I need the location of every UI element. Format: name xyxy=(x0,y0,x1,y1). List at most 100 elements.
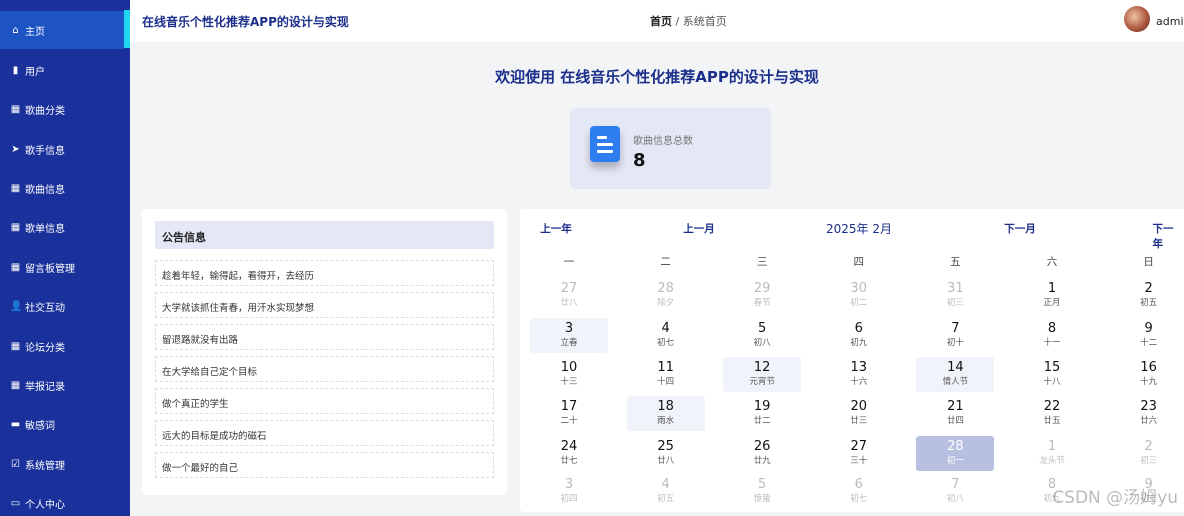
calendar-day[interactable]: 27 廿八 xyxy=(530,278,608,313)
calendar-day[interactable]: 4 初五 xyxy=(627,474,705,509)
calendar-day[interactable]: 16 十九 xyxy=(1110,357,1184,392)
calendar-day[interactable]: 22 廿五 xyxy=(1013,396,1091,431)
day-number: 10 xyxy=(560,360,578,375)
day-number: 9 xyxy=(1144,321,1153,336)
notice-item[interactable]: 远大的目标是成功的磁石 xyxy=(155,420,494,446)
next-month-button[interactable]: 下一月 xyxy=(1004,221,1036,236)
lunar-date: 初七 xyxy=(657,338,675,348)
notice-panel: 公告信息 趁着年轻，输得起，看得开，去经历 大学就该抓住青春，用汗水实现梦想 留退路… xyxy=(142,209,507,495)
day-number: 1 xyxy=(1047,439,1057,454)
lunar-date: 初五 xyxy=(657,494,675,504)
notice-item[interactable]: 在大学给自己定个目标 xyxy=(155,356,494,382)
sidebar-item-3[interactable]: ➤ 歌手信息 xyxy=(0,130,124,168)
lunar-date: 十二 xyxy=(1140,338,1158,348)
calendar-day[interactable]: 2 初三 xyxy=(1110,436,1184,471)
welcome-title: 欢迎使用 在线音乐个性化推荐APP的设计与实现 xyxy=(495,68,819,86)
calendar-day[interactable]: 29 春节 xyxy=(723,278,801,313)
notice-item[interactable]: 留退路就没有出路 xyxy=(155,324,494,350)
breadcrumb-current: 系统首页 xyxy=(682,15,727,28)
calendar-day[interactable]: 11 十四 xyxy=(627,357,705,392)
calendar-day[interactable]: 27 三十 xyxy=(820,436,898,471)
sidebar-item-8[interactable]: ▦ 论坛分类 xyxy=(0,327,124,365)
calendar-day[interactable]: 1 正月 xyxy=(1013,278,1091,313)
calendar-day[interactable]: 31 初三 xyxy=(916,278,994,313)
calendar-day[interactable]: 23 廿六 xyxy=(1110,396,1184,431)
lunar-date: 十三 xyxy=(560,377,578,387)
home-icon: ⌂ xyxy=(12,24,19,36)
lunar-date: 春节 xyxy=(753,298,771,308)
calendar-day[interactable]: 1 龙头节 xyxy=(1013,436,1091,471)
weekday-header: 五 xyxy=(950,256,961,268)
calendar-day[interactable]: 10 十三 xyxy=(530,357,608,392)
calendar-day[interactable]: 15 十八 xyxy=(1013,357,1091,392)
day-number: 6 xyxy=(854,321,863,336)
calendar-day[interactable]: 24 廿七 xyxy=(530,436,608,471)
calendar-day[interactable]: 5 惊蛰 xyxy=(723,474,801,509)
sidebar-item-2[interactable]: ▦ 歌曲分类 xyxy=(0,90,124,128)
username[interactable]: admin xyxy=(1156,15,1184,28)
calendar-day[interactable]: 3 初四 xyxy=(530,474,608,509)
lunar-date: 初二 xyxy=(850,298,868,308)
lunar-date: 廿八 xyxy=(657,456,675,466)
sidebar-item-6[interactable]: ▦ 留言板管理 xyxy=(0,248,124,286)
sidebar-item-1[interactable]: ▮ 用户 xyxy=(0,51,124,89)
calendar-day[interactable]: 18 雨水 xyxy=(626,396,705,431)
day-number: 30 xyxy=(850,281,868,296)
ticket-icon: ▬ xyxy=(10,418,21,430)
sidebar-item-9[interactable]: ▦ 举报记录 xyxy=(0,366,124,404)
calendar-day[interactable]: 25 廿八 xyxy=(627,436,705,471)
day-number: 6 xyxy=(854,477,863,492)
calendar-day[interactable]: 17 二十 xyxy=(530,396,608,431)
calendar-day[interactable]: 9 十二 xyxy=(1110,318,1184,353)
sidebar-item-0[interactable]: ⌂ 主页 xyxy=(0,11,124,49)
lunar-date: 廿三 xyxy=(850,416,868,426)
calendar-day[interactable]: 7 初八 xyxy=(916,474,994,509)
calendar-day[interactable]: 3 立春 xyxy=(530,318,608,353)
notice-item[interactable]: 做个真正的学生 xyxy=(155,388,494,414)
lunar-date: 龙头节 xyxy=(1039,456,1065,466)
calendar-day[interactable]: 6 初九 xyxy=(820,318,898,353)
calendar-day[interactable]: 7 初十 xyxy=(916,318,994,353)
calendar-day[interactable]: 4 初七 xyxy=(627,318,705,353)
calendar-day[interactable]: 6 初七 xyxy=(820,474,898,509)
notice-item[interactable]: 做一个最好的自己 xyxy=(155,452,494,478)
calendar-day[interactable]: 28 初一 xyxy=(916,436,995,471)
notice-item[interactable]: 大学就该抓住青春，用汗水实现梦想 xyxy=(155,292,494,318)
prev-month-button[interactable]: 上一月 xyxy=(683,221,715,236)
lunar-date: 雨水 xyxy=(657,416,675,426)
notice-item[interactable]: 趁着年轻，输得起，看得开，去经历 xyxy=(155,260,494,286)
sidebar-item-label: 系统管理 xyxy=(25,460,65,472)
prev-year-button[interactable]: 上一年 xyxy=(540,221,572,236)
day-number: 4 xyxy=(661,477,670,492)
sidebar-item-label: 敏感词 xyxy=(25,420,55,432)
calendar-day[interactable]: 13 十六 xyxy=(820,357,898,392)
calendar-day[interactable]: 12 元宵节 xyxy=(723,357,802,392)
day-number: 31 xyxy=(947,281,964,296)
calendar-day[interactable]: 20 廿三 xyxy=(820,396,898,431)
sidebar-item-label: 主页 xyxy=(25,26,45,38)
calendar-day[interactable]: 14 情人节 xyxy=(916,357,995,392)
sidebar-item-4[interactable]: ▦ 歌曲信息 xyxy=(0,169,124,207)
calendar-day[interactable]: 19 廿二 xyxy=(723,396,801,431)
avatar[interactable] xyxy=(1124,6,1150,32)
calendar-day[interactable]: 21 廿四 xyxy=(916,396,994,431)
calendar-day[interactable]: 30 初二 xyxy=(820,278,898,313)
calendar-day[interactable]: 28 除夕 xyxy=(627,278,705,313)
calendar-day[interactable]: 8 十一 xyxy=(1013,318,1091,353)
day-number: 13 xyxy=(850,360,868,375)
next-year-button[interactable]: 下一年 xyxy=(1153,221,1174,251)
lunar-date: 正月 xyxy=(1043,298,1061,308)
calendar-day[interactable]: 2 初五 xyxy=(1110,278,1184,313)
calendar-day[interactable]: 5 初八 xyxy=(723,318,801,353)
sidebar-item-12[interactable]: ▭ 个人中心 xyxy=(0,484,124,516)
sidebar-item-10[interactable]: ▬ 敏感词 xyxy=(0,405,124,443)
calendar-day[interactable]: 26 廿九 xyxy=(723,436,801,471)
clipboard-icon: ☑ xyxy=(11,458,20,470)
sidebar-item-label: 社交互动 xyxy=(25,302,65,314)
sidebar-item-5[interactable]: ▦ 歌单信息 xyxy=(0,208,124,246)
breadcrumb-home[interactable]: 首页 xyxy=(650,15,672,28)
sidebar-item-11[interactable]: ☑ 系统管理 xyxy=(0,445,124,483)
breadcrumb: 首页 / 系统首页 xyxy=(650,13,727,29)
sidebar-item-7[interactable]: 👤 社交互动 xyxy=(0,287,124,325)
lunar-date: 廿九 xyxy=(753,456,771,466)
